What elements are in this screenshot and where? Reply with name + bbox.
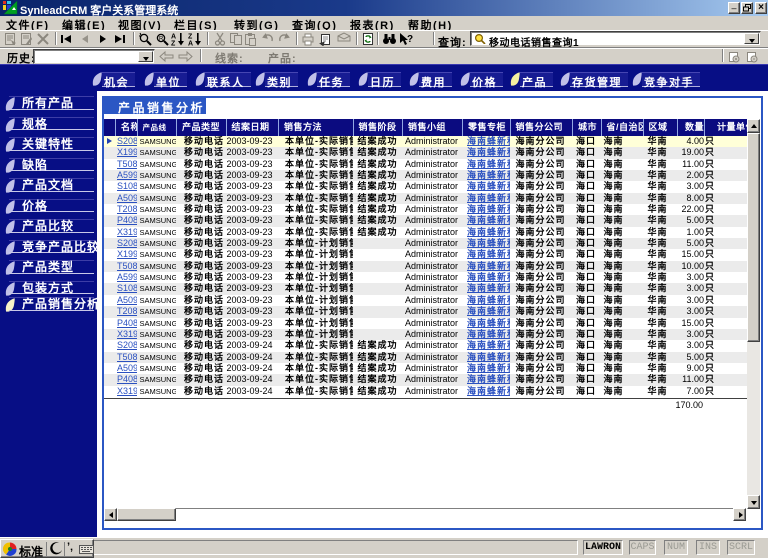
svg-text:Z: Z [188, 34, 193, 41]
svg-text:A: A [188, 41, 193, 47]
svg-text:R: R [159, 37, 164, 43]
svg-text:A: A [171, 34, 176, 41]
svg-text:?: ? [407, 34, 413, 45]
svg-text:Z: Z [171, 41, 176, 47]
